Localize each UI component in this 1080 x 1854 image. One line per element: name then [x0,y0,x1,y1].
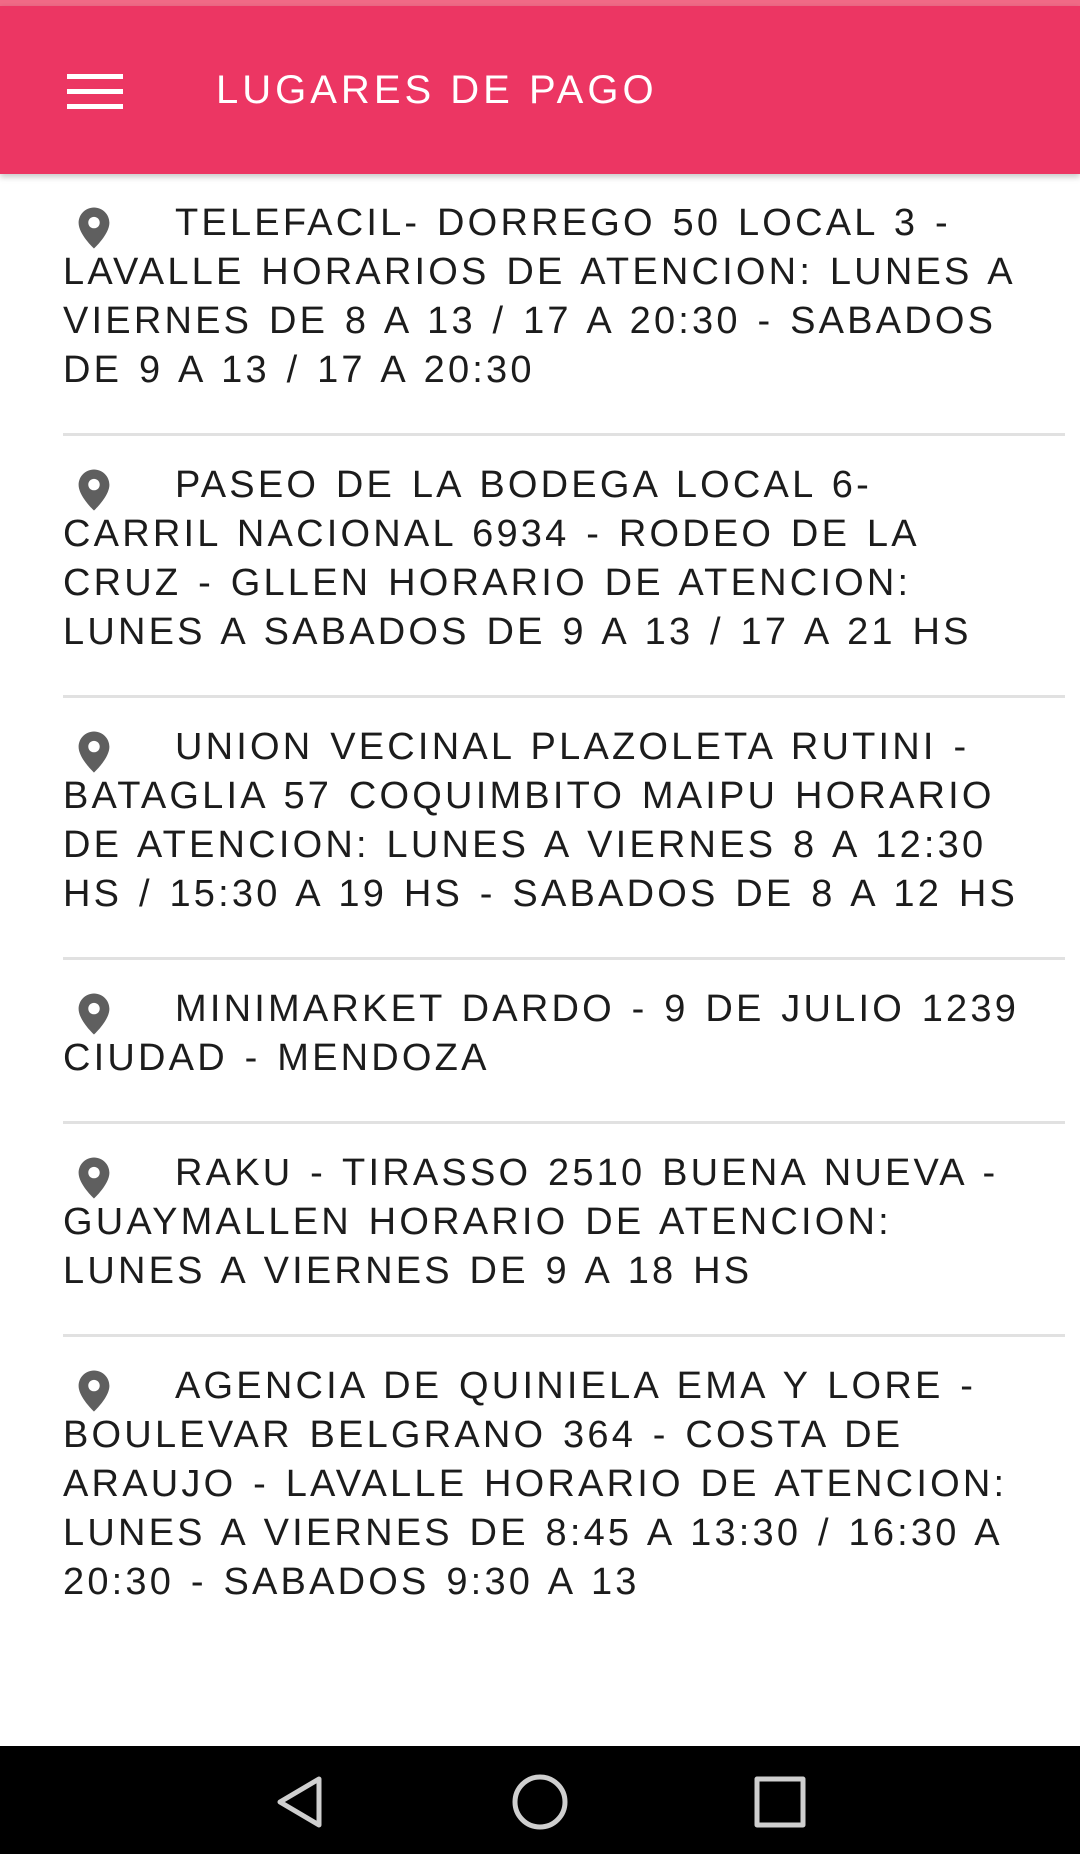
hamburger-menu-icon [67,74,123,109]
recents-button[interactable] [750,1772,810,1832]
location-pin-icon [78,731,110,773]
home-circle-icon [512,1774,568,1830]
list-item[interactable]: MINIMARKET DARDO - 9 DE JULIO 1239 CIUDA… [63,960,1065,1124]
back-button[interactable] [270,1772,330,1832]
location-pin-icon [78,1157,110,1199]
app-screen: LUGARES DE PAGO TELEFACIL- DORREGO 50 LO… [0,0,1080,1854]
location-pin-icon [78,993,110,1035]
location-pin-icon [78,1370,110,1412]
location-pin-icon [78,207,110,249]
home-button[interactable] [510,1772,570,1832]
list-item-text: UNION VECINAL PLAZOLETA RUTINI - BATAGLI… [63,726,1019,915]
payment-places-list[interactable]: TELEFACIL- DORREGO 50 LOCAL 3 - LAVALLE … [0,174,1080,1746]
list-item-text: PASEO DE LA BODEGA LOCAL 6- CARRIL NACIO… [63,464,972,653]
list-item-text: RAKU - TIRASSO 2510 BUENA NUEVA - GUAYMA… [63,1152,999,1292]
list-item-text: AGENCIA DE QUINIELA EMA Y LORE - BOULEVA… [63,1365,1008,1603]
list-item[interactable]: RAKU - TIRASSO 2510 BUENA NUEVA - GUAYMA… [63,1124,1065,1337]
system-navigation-bar [0,1746,1080,1854]
page-title: LUGARES DE PAGO [216,68,658,112]
menu-button[interactable] [50,46,140,136]
list-item[interactable]: AGENCIA DE QUINIELA EMA Y LORE - BOULEVA… [63,1337,1065,1645]
recents-square-icon [754,1776,806,1828]
list-item-text: MINIMARKET DARDO - 9 DE JULIO 1239 CIUDA… [63,988,1020,1079]
back-triangle-icon [277,1776,322,1828]
list-item[interactable]: PASEO DE LA BODEGA LOCAL 6- CARRIL NACIO… [63,436,1065,698]
list-item[interactable]: UNION VECINAL PLAZOLETA RUTINI - BATAGLI… [63,698,1065,960]
list-item-text: TELEFACIL- DORREGO 50 LOCAL 3 - LAVALLE … [63,202,1014,391]
location-pin-icon [78,469,110,511]
app-bar: LUGARES DE PAGO [0,6,1080,174]
list-item[interactable]: TELEFACIL- DORREGO 50 LOCAL 3 - LAVALLE … [63,174,1065,436]
